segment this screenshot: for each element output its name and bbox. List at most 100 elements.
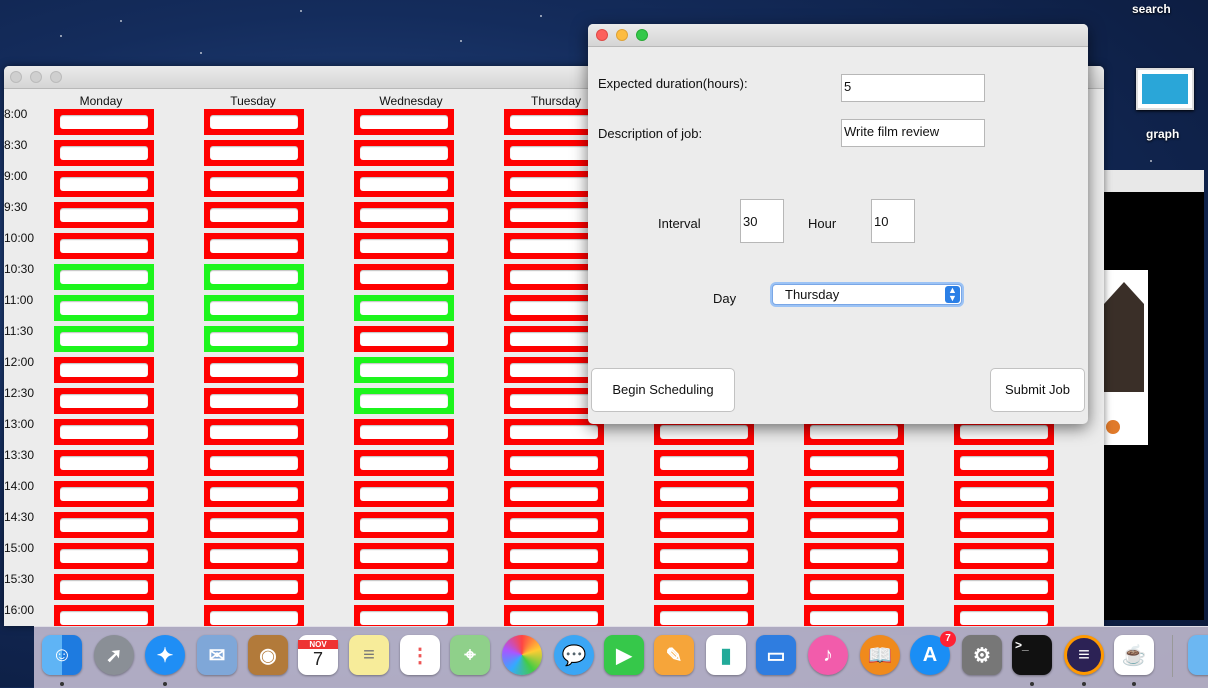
slot-field[interactable] (360, 487, 448, 501)
slot-field[interactable] (360, 332, 448, 346)
time-slot[interactable] (804, 574, 904, 600)
slot-field[interactable] (510, 115, 598, 129)
slot-field[interactable] (210, 177, 298, 191)
slot-field[interactable] (60, 208, 148, 222)
photos-icon[interactable] (502, 635, 542, 675)
time-slot[interactable] (54, 419, 154, 445)
hour-field[interactable]: 10 (871, 199, 915, 243)
desktop-graph-label[interactable]: graph (1146, 127, 1179, 141)
time-slot[interactable] (354, 574, 454, 600)
time-slot[interactable] (354, 140, 454, 166)
slot-field[interactable] (360, 270, 448, 284)
slot-field[interactable] (660, 580, 748, 594)
desktop-search-label[interactable]: search (1132, 2, 1171, 16)
time-slot[interactable] (204, 171, 304, 197)
time-slot[interactable] (654, 481, 754, 507)
zoom-button[interactable] (50, 71, 62, 83)
slot-field[interactable] (360, 394, 448, 408)
slot-field[interactable] (360, 115, 448, 129)
slot-field[interactable] (510, 146, 598, 160)
time-slot[interactable] (804, 512, 904, 538)
pages-icon[interactable]: ✎ (654, 635, 694, 675)
notes-icon[interactable]: ≡ (349, 635, 389, 675)
slot-field[interactable] (360, 239, 448, 253)
calendar-icon[interactable]: NOV 7 (298, 635, 338, 675)
slot-field[interactable] (660, 549, 748, 563)
time-slot[interactable] (204, 233, 304, 259)
slot-field[interactable] (960, 580, 1048, 594)
close-button[interactable] (596, 29, 608, 41)
time-slot[interactable] (204, 326, 304, 352)
slot-field[interactable] (660, 611, 748, 625)
time-slot[interactable] (354, 512, 454, 538)
time-slot[interactable] (354, 388, 454, 414)
begin-scheduling-button[interactable]: Begin Scheduling (591, 368, 735, 412)
time-slot[interactable] (954, 481, 1054, 507)
slot-field[interactable] (210, 239, 298, 253)
zoom-button[interactable] (636, 29, 648, 41)
time-slot[interactable] (954, 574, 1054, 600)
slot-field[interactable] (510, 394, 598, 408)
time-slot[interactable] (954, 543, 1054, 569)
slot-field[interactable] (510, 456, 598, 470)
time-slot[interactable] (354, 233, 454, 259)
time-slot[interactable] (354, 357, 454, 383)
time-slot[interactable] (54, 264, 154, 290)
contacts-icon[interactable]: ◉ (248, 635, 288, 675)
time-slot[interactable] (204, 202, 304, 228)
maps-icon[interactable]: ⌖ (450, 635, 490, 675)
slot-field[interactable] (210, 332, 298, 346)
time-slot[interactable] (504, 543, 604, 569)
slot-field[interactable] (60, 518, 148, 532)
slot-field[interactable] (510, 549, 598, 563)
slot-field[interactable] (960, 549, 1048, 563)
time-slot[interactable] (204, 512, 304, 538)
slot-field[interactable] (360, 456, 448, 470)
eclipse-icon[interactable]: ≡ (1064, 635, 1104, 675)
slot-field[interactable] (60, 456, 148, 470)
slot-field[interactable] (60, 332, 148, 346)
slot-field[interactable] (60, 115, 148, 129)
launchpad-icon[interactable]: ➚ (94, 635, 134, 675)
keynote-icon[interactable]: ▭ (756, 635, 796, 675)
minimize-button[interactable] (616, 29, 628, 41)
time-slot[interactable] (504, 605, 604, 626)
time-slot[interactable] (54, 543, 154, 569)
java-icon[interactable]: ☕ (1114, 635, 1154, 675)
slot-field[interactable] (510, 611, 598, 625)
slot-field[interactable] (960, 425, 1048, 439)
time-slot[interactable] (54, 295, 154, 321)
time-slot[interactable] (354, 326, 454, 352)
system-preferences-icon[interactable]: ⚙ (962, 635, 1002, 675)
slot-field[interactable] (60, 270, 148, 284)
time-slot[interactable] (954, 450, 1054, 476)
time-slot[interactable] (354, 295, 454, 321)
time-slot[interactable] (54, 512, 154, 538)
submit-job-button[interactable]: Submit Job (990, 368, 1085, 412)
slot-field[interactable] (360, 518, 448, 532)
slot-field[interactable] (210, 270, 298, 284)
time-slot[interactable] (804, 605, 904, 626)
time-slot[interactable] (54, 450, 154, 476)
slot-field[interactable] (510, 363, 598, 377)
time-slot[interactable] (504, 481, 604, 507)
slot-field[interactable] (510, 301, 598, 315)
close-button[interactable] (10, 71, 22, 83)
time-slot[interactable] (54, 140, 154, 166)
slot-field[interactable] (660, 518, 748, 532)
mail-icon[interactable]: ✉ (197, 635, 237, 675)
time-slot[interactable] (204, 419, 304, 445)
time-slot[interactable] (54, 109, 154, 135)
slot-field[interactable] (210, 549, 298, 563)
time-slot[interactable] (204, 481, 304, 507)
slot-field[interactable] (210, 611, 298, 625)
slot-field[interactable] (510, 177, 598, 191)
duration-field[interactable]: 5 (841, 74, 985, 102)
time-slot[interactable] (354, 605, 454, 626)
slot-field[interactable] (210, 580, 298, 594)
slot-field[interactable] (210, 456, 298, 470)
slot-field[interactable] (60, 363, 148, 377)
time-slot[interactable] (54, 481, 154, 507)
slot-field[interactable] (60, 549, 148, 563)
slot-field[interactable] (360, 363, 448, 377)
